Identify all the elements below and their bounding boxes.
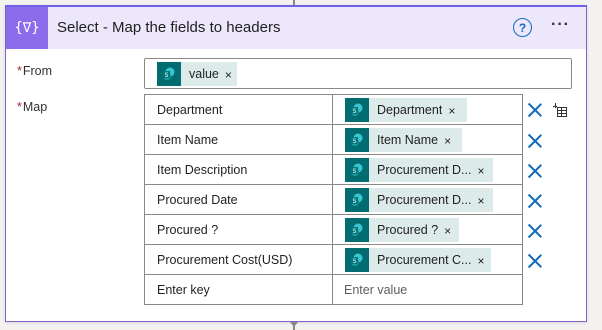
from-input[interactable]: S value ×: [144, 58, 572, 89]
switch-to-text-mode-icon[interactable]: [552, 102, 568, 118]
svg-text:S: S: [353, 198, 357, 205]
dynamic-content-token[interactable]: S Procurement D... ×: [345, 158, 493, 182]
token-label: Item Name: [377, 133, 439, 147]
dynamic-content-token[interactable]: S Procured ? ×: [345, 218, 459, 242]
token-remove-icon[interactable]: ×: [477, 254, 484, 268]
svg-text:S: S: [353, 108, 357, 115]
token-label: Procurement C...: [377, 253, 472, 267]
map-row: Item Description S Procurement D... ×: [144, 154, 523, 185]
from-label: *From: [17, 64, 52, 78]
delete-row-icon[interactable]: [527, 133, 543, 149]
map-key-input[interactable]: Enter key: [144, 274, 333, 305]
required-mark: *: [17, 64, 22, 78]
sharepoint-icon: S: [345, 158, 369, 182]
help-circle-icon[interactable]: ?: [513, 18, 532, 37]
flow-connector-bottom: [290, 322, 298, 330]
required-mark: *: [17, 100, 22, 114]
delete-row-icon[interactable]: [527, 193, 543, 209]
map-value-input[interactable]: S Procurement D... ×: [332, 154, 523, 185]
token-remove-icon[interactable]: ×: [477, 194, 484, 208]
from-label-text: From: [22, 64, 53, 78]
map-label-text: Map: [22, 100, 48, 114]
delete-row-icon[interactable]: [527, 223, 543, 239]
dynamic-content-token[interactable]: S Procurement D... ×: [345, 188, 493, 212]
map-row: Procured ? S Procured ? ×: [144, 214, 523, 245]
dynamic-content-token[interactable]: S Item Name ×: [345, 128, 462, 152]
map-key-input[interactable]: Item Description: [144, 154, 333, 185]
more-ellipsis-icon[interactable]: ···: [551, 16, 570, 34]
map-label: *Map: [17, 100, 47, 114]
token-remove-icon[interactable]: ×: [448, 104, 455, 118]
map-key-input[interactable]: Procured Date: [144, 184, 333, 215]
dynamic-content-token[interactable]: S Department ×: [345, 98, 467, 122]
token-label: value: [189, 67, 219, 81]
sharepoint-icon: S: [345, 188, 369, 212]
map-value-input[interactable]: S Procurement D... ×: [332, 184, 523, 215]
map-row-new: Enter key Enter value: [144, 274, 523, 305]
map-value-input[interactable]: S Procurement C... ×: [332, 244, 523, 275]
sharepoint-icon: S: [345, 98, 369, 122]
svg-text:S: S: [353, 258, 357, 265]
dynamic-content-token[interactable]: S Procurement C... ×: [345, 248, 491, 272]
svg-text:S: S: [353, 168, 357, 175]
token-label: Procured ?: [377, 223, 439, 237]
delete-row-icon[interactable]: [527, 102, 543, 118]
map-key-input[interactable]: Procured ?: [144, 214, 333, 245]
svg-text:S: S: [353, 138, 357, 145]
map-row: Procurement Cost(USD) S Procurement C...…: [144, 244, 523, 275]
delete-row-icon[interactable]: [527, 253, 543, 269]
data-operation-select-icon: {∇}: [6, 7, 48, 49]
map-key-input[interactable]: Item Name: [144, 124, 333, 155]
svg-text:S: S: [165, 72, 169, 79]
sharepoint-icon: S: [345, 218, 369, 242]
map-value-input[interactable]: S Item Name ×: [332, 124, 523, 155]
map-value-input[interactable]: S Department ×: [332, 94, 523, 125]
delete-row-icon[interactable]: [527, 163, 543, 179]
token-remove-icon[interactable]: ×: [225, 68, 232, 82]
token-label: Department: [377, 103, 443, 117]
map-key-input[interactable]: Procurement Cost(USD): [144, 244, 333, 275]
map-value-input[interactable]: Enter value: [332, 274, 523, 305]
map-value-input[interactable]: S Procured ? ×: [332, 214, 523, 245]
token-remove-icon[interactable]: ×: [444, 134, 451, 148]
svg-text:S: S: [353, 228, 357, 235]
token-label: Procurement D...: [377, 163, 472, 177]
map-row: Procured Date S Procurement D... ×: [144, 184, 523, 215]
token-label: Procurement D...: [377, 193, 472, 207]
sharepoint-icon: S: [345, 248, 369, 272]
action-title[interactable]: Select - Map the fields to headers: [57, 19, 280, 36]
sharepoint-icon: S: [345, 128, 369, 152]
sharepoint-icon: S: [157, 62, 181, 86]
token-remove-icon[interactable]: ×: [477, 164, 484, 178]
select-action-card: {∇} Select - Map the fields to headers ?…: [5, 5, 587, 322]
map-row: Item Name S Item Name ×: [144, 124, 523, 155]
dynamic-content-token[interactable]: S value ×: [157, 62, 237, 86]
map-row: Department S Department ×: [144, 94, 523, 125]
map-key-input[interactable]: Department: [144, 94, 333, 125]
action-header[interactable]: {∇} Select - Map the fields to headers ?…: [6, 7, 586, 49]
token-remove-icon[interactable]: ×: [444, 224, 451, 238]
